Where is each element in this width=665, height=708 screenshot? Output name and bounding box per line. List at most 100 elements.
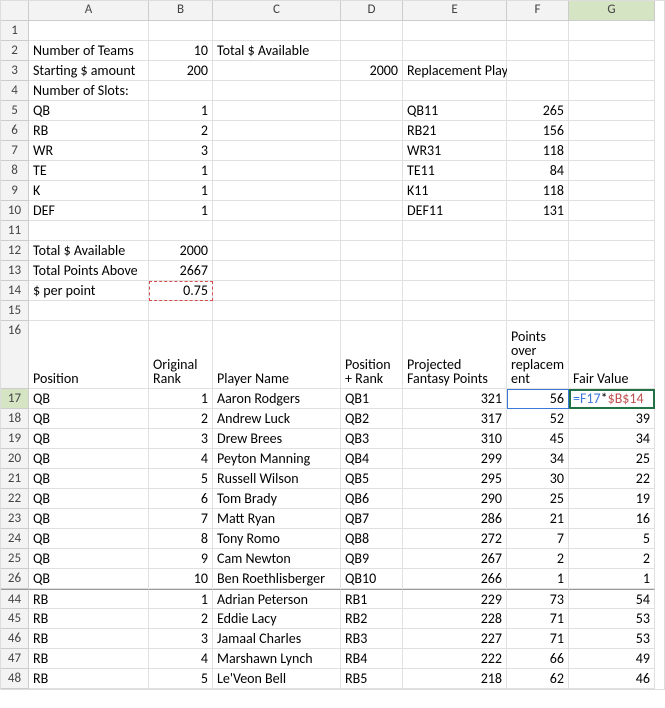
- cell-C8[interactable]: [213, 161, 341, 181]
- cell-A9[interactable]: K: [29, 181, 149, 201]
- cell-C22[interactable]: Tom Brady: [213, 489, 341, 509]
- cell-A21[interactable]: QB: [29, 469, 149, 489]
- cell-C5[interactable]: [213, 101, 341, 121]
- cell-F16[interactable]: Points over replacem ent: [507, 321, 569, 389]
- cell-G22[interactable]: 19: [569, 489, 655, 509]
- row-header-21[interactable]: 21: [1, 469, 29, 489]
- cell-F8[interactable]: 84: [507, 161, 569, 181]
- cell-A22[interactable]: QB: [29, 489, 149, 509]
- cell-D47[interactable]: RB4: [341, 649, 403, 669]
- cell-D20[interactable]: QB4: [341, 449, 403, 469]
- row-header-24[interactable]: 24: [1, 529, 29, 549]
- cell-G1[interactable]: [569, 21, 655, 41]
- cell-F19[interactable]: 45: [507, 429, 569, 449]
- cell-B4[interactable]: [149, 81, 213, 101]
- cell-A18[interactable]: QB: [29, 409, 149, 429]
- cell-C26[interactable]: Ben Roethlisberger: [213, 569, 341, 589]
- cell-F7[interactable]: 118: [507, 141, 569, 161]
- cell-B1[interactable]: [149, 21, 213, 41]
- row-header-8[interactable]: 8: [1, 161, 29, 181]
- row-header-11[interactable]: 11: [1, 221, 29, 241]
- cell-E21[interactable]: 295: [403, 469, 507, 489]
- cell-A14[interactable]: $ per point: [29, 281, 149, 301]
- cell-G14[interactable]: [569, 281, 655, 301]
- cell-E16[interactable]: Projected Fantasy Points: [403, 321, 507, 389]
- cell-G12[interactable]: [569, 241, 655, 261]
- cell-G3[interactable]: [569, 61, 655, 81]
- cell-F25[interactable]: 2: [507, 549, 569, 569]
- cell-C12[interactable]: [213, 241, 341, 261]
- cell-G45[interactable]: 53: [569, 609, 655, 629]
- cell-E45[interactable]: 228: [403, 609, 507, 629]
- cell-G5[interactable]: [569, 101, 655, 121]
- cell-E24[interactable]: 272: [403, 529, 507, 549]
- cell-C44[interactable]: Adrian Peterson: [213, 589, 341, 609]
- cell-A10[interactable]: DEF: [29, 201, 149, 221]
- cell-B8[interactable]: 1: [149, 161, 213, 181]
- cell-E46[interactable]: 227: [403, 629, 507, 649]
- cell-E10[interactable]: DEF11: [403, 201, 507, 221]
- cell-C1[interactable]: [213, 21, 341, 41]
- cell-D12[interactable]: [341, 241, 403, 261]
- cell-F11[interactable]: [507, 221, 569, 241]
- cell-E22[interactable]: 290: [403, 489, 507, 509]
- row-header-26[interactable]: 26: [1, 569, 29, 589]
- row-header-4[interactable]: 4: [1, 81, 29, 101]
- cell-A19[interactable]: QB: [29, 429, 149, 449]
- cell-G2[interactable]: [569, 41, 655, 61]
- cell-D1[interactable]: [341, 21, 403, 41]
- cell-E15[interactable]: [403, 301, 507, 321]
- cell-E3[interactable]: Replacement Player value: [403, 61, 507, 81]
- cell-B20[interactable]: 4: [149, 449, 213, 469]
- cell-A44[interactable]: RB: [29, 589, 149, 609]
- row-header-5[interactable]: 5: [1, 101, 29, 121]
- cell-A16[interactable]: Position: [29, 321, 149, 389]
- cell-C7[interactable]: [213, 141, 341, 161]
- cell-A3[interactable]: Starting $ amount: [29, 61, 149, 81]
- cell-A12[interactable]: Total $ Available: [29, 241, 149, 261]
- cell-G6[interactable]: [569, 121, 655, 141]
- cell-F14[interactable]: [507, 281, 569, 301]
- cell-E13[interactable]: [403, 261, 507, 281]
- row-header-15[interactable]: 15: [1, 301, 29, 321]
- cell-C6[interactable]: [213, 121, 341, 141]
- cell-E26[interactable]: 266: [403, 569, 507, 589]
- cell-E11[interactable]: [403, 221, 507, 241]
- cell-B7[interactable]: 3: [149, 141, 213, 161]
- cell-G19[interactable]: 34: [569, 429, 655, 449]
- cell-F23[interactable]: 21: [507, 509, 569, 529]
- row-header-12[interactable]: 12: [1, 241, 29, 261]
- cell-D9[interactable]: [341, 181, 403, 201]
- cell-F12[interactable]: [507, 241, 569, 261]
- cell-F20[interactable]: 34: [507, 449, 569, 469]
- cell-B45[interactable]: 2: [149, 609, 213, 629]
- select-all-corner[interactable]: [1, 1, 29, 21]
- cell-B12[interactable]: 2000: [149, 241, 213, 261]
- cell-F1[interactable]: [507, 21, 569, 41]
- cell-B46[interactable]: 3: [149, 629, 213, 649]
- cell-E2[interactable]: [403, 41, 507, 61]
- cell-A17[interactable]: QB: [29, 389, 149, 409]
- cell-G24[interactable]: 5: [569, 529, 655, 549]
- cell-B2[interactable]: 10: [149, 41, 213, 61]
- cell-C15[interactable]: [213, 301, 341, 321]
- cell-G8[interactable]: [569, 161, 655, 181]
- cell-D44[interactable]: RB1: [341, 589, 403, 609]
- cell-D2[interactable]: [341, 41, 403, 61]
- cell-A23[interactable]: QB: [29, 509, 149, 529]
- cell-A47[interactable]: RB: [29, 649, 149, 669]
- cell-A4[interactable]: Number of Slots:: [29, 81, 149, 101]
- row-header-10[interactable]: 10: [1, 201, 29, 221]
- col-header-B[interactable]: B: [149, 1, 213, 21]
- col-header-E[interactable]: E: [403, 1, 507, 21]
- row-header-14[interactable]: 14: [1, 281, 29, 301]
- cell-F26[interactable]: 1: [507, 569, 569, 589]
- cell-F5[interactable]: 265: [507, 101, 569, 121]
- cell-F10[interactable]: 131: [507, 201, 569, 221]
- cell-D11[interactable]: [341, 221, 403, 241]
- cell-B16[interactable]: Original Rank: [149, 321, 213, 389]
- cell-C11[interactable]: [213, 221, 341, 241]
- row-header-18[interactable]: 18: [1, 409, 29, 429]
- cell-A25[interactable]: QB: [29, 549, 149, 569]
- cell-G26[interactable]: 1: [569, 569, 655, 589]
